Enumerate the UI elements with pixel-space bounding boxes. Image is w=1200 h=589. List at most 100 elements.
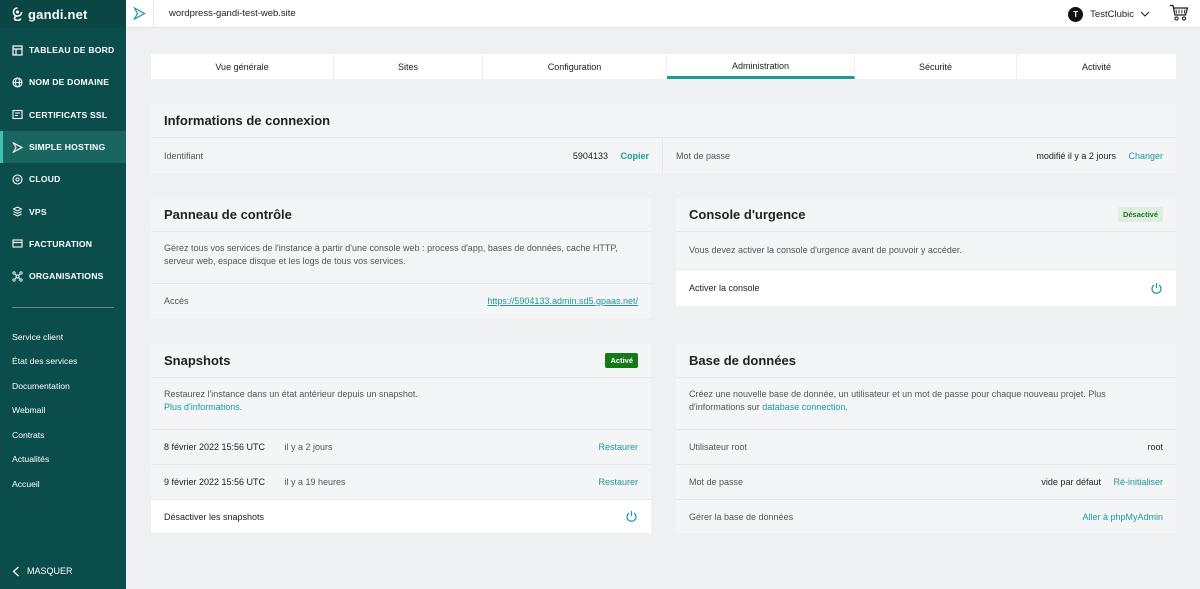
snapshot-date: 8 février 2022 15:56 UTC [164, 442, 266, 452]
sidebar-link-status[interactable]: État des services [0, 349, 126, 374]
sidebar-links: Service client État des services Documen… [0, 324, 126, 496]
sidebar-link-documentation[interactable]: Documentation [0, 373, 126, 398]
sidebar-item-label: CERTIFICATS SSL [29, 109, 108, 120]
reset-password-link[interactable]: Ré-initialiser [1113, 477, 1163, 487]
server-icon [12, 206, 23, 217]
manage-database-label: Gérer la base de données [689, 511, 794, 522]
snapshots-title: Snapshots [164, 353, 231, 368]
hosting-icon [12, 141, 23, 153]
database-description: Créez une nouvelle base de donnée, un ut… [676, 377, 1176, 429]
snapshot-row: 8 février 2022 15:56 UTC il y a 2 jours … [151, 429, 651, 464]
db-password-label: Mot de passe [689, 477, 744, 487]
restore-snapshot-link[interactable]: Restaurer [598, 442, 638, 452]
snapshots-description-text: Restaurez l'instance dans un état antéri… [164, 389, 418, 399]
password-row: Mot de passe modifié il y a 2 jours Chan… [663, 138, 1176, 173]
sidebar-item-label: VPS [29, 206, 47, 217]
sidebar-item-label: CLOUD [29, 174, 61, 185]
sidebar-item-billing[interactable]: FACTURATION [0, 228, 126, 260]
sidebar-link-contracts[interactable]: Contrats [0, 422, 126, 447]
tab-security[interactable]: Sécurité [855, 54, 1017, 79]
change-password-link[interactable]: Changer [1128, 151, 1163, 161]
more-info-link[interactable]: Plus d'informations [164, 402, 240, 412]
brand[interactable]: gandi.net [0, 0, 126, 28]
database-card: Base de données Créez une nouvelle base … [676, 344, 1176, 533]
login-row: Identifiant 5904133 Copier [151, 138, 663, 173]
chevron-left-icon [12, 566, 19, 576]
hide-sidebar-label: MASQUER [27, 566, 73, 576]
password-status: modifié il y a 2 jours [1036, 150, 1116, 161]
sidebar-item-simple-hosting[interactable]: SIMPLE HOSTING [0, 130, 126, 164]
tab-activity[interactable]: Activité [1017, 54, 1176, 79]
database-connection-link[interactable]: database connection [762, 402, 845, 412]
sidebar-item-cloud[interactable]: CLOUD [0, 163, 126, 195]
control-panel-card: Panneau de contrôle Gérez tous vos servi… [151, 198, 651, 318]
snapshots-card: Snapshots Activé Restaurez l'instance da… [151, 344, 651, 533]
sidebar-item-dashboard[interactable]: TABLEAU DE BORD [0, 34, 126, 66]
power-icon[interactable] [625, 510, 638, 523]
control-panel-description: Gérez tous vos services de l'instance à … [151, 231, 651, 283]
organisation-icon [12, 271, 23, 282]
snapshot-row: 9 février 2022 15:56 UTC il y a 19 heure… [151, 464, 651, 499]
root-user-label: Utilisateur root [689, 442, 748, 452]
cart-icon[interactable] [1169, 4, 1189, 22]
power-icon[interactable] [1150, 282, 1163, 295]
login-info-header: Informations de connexion [151, 104, 1176, 137]
user-menu[interactable]: T TestClubic [1068, 0, 1150, 28]
login-info-card: Informations de connexion Identifiant 59… [151, 104, 1176, 173]
snapshots-header: Snapshots Activé [151, 344, 651, 377]
snapshots-description: Restaurez l'instance dans un état antéri… [151, 377, 651, 429]
sidebar-link-home[interactable]: Accueil [0, 471, 126, 496]
sidebar: gandi.net TABLEAU DE BORD NOM DE DOMAINE… [0, 0, 126, 589]
tab-administration[interactable]: Administration [667, 54, 855, 79]
sidebar-item-label: NOM DE DOMAINE [29, 77, 110, 88]
phpmyadmin-link[interactable]: Aller à phpMyAdmin [1082, 512, 1163, 522]
database-title: Base de données [689, 353, 796, 368]
sidebar-item-organisations[interactable]: ORGANISATIONS [0, 260, 126, 292]
sidebar-item-ssl[interactable]: CERTIFICATS SSL [0, 99, 126, 131]
emergency-console-title: Console d'urgence [689, 207, 806, 222]
dashboard-icon [12, 45, 23, 56]
login-label: Identifiant [164, 150, 204, 161]
emergency-console-header: Console d'urgence Désactivé [676, 198, 1176, 231]
card-icon [12, 239, 23, 248]
sidebar-item-label: ORGANISATIONS [29, 271, 104, 282]
root-user-value: root [1147, 442, 1163, 452]
chevron-down-icon [1140, 11, 1150, 17]
copy-button[interactable]: Copier [620, 151, 649, 161]
activate-console-label: Activer la console [689, 283, 760, 293]
cloud-icon [12, 174, 23, 185]
db-password-value: vide par défaut [1041, 477, 1101, 487]
activate-console-row[interactable]: Activer la console [676, 269, 1176, 306]
disable-snapshots-row[interactable]: Désactiver les snapshots [151, 499, 651, 533]
sidebar-divider [12, 307, 114, 309]
sidebar-link-news[interactable]: Actualités [0, 447, 126, 472]
emergency-console-card: Console d'urgence Désactivé Vous devez a… [676, 198, 1176, 306]
sidebar-item-domain[interactable]: NOM DE DOMAINE [0, 66, 126, 98]
sidebar-item-vps[interactable]: VPS [0, 195, 126, 227]
more-info-suffix: . [239, 402, 243, 412]
hide-sidebar-button[interactable]: MASQUER [0, 561, 73, 581]
gandi-logo-icon [12, 7, 23, 21]
database-header: Base de données [676, 344, 1176, 377]
login-info-title: Informations de connexion [164, 113, 331, 128]
tab-sites[interactable]: Sites [334, 54, 483, 79]
sidebar-link-support[interactable]: Service client [0, 324, 126, 349]
snapshot-date: 9 février 2022 15:56 UTC [164, 477, 266, 487]
emergency-console-description: Vous devez activer la console d'urgence … [676, 231, 1176, 269]
admin-url-link[interactable]: https://5904133.admin.sd5.gpaas.net/ [487, 296, 638, 306]
password-label: Mot de passe [676, 150, 731, 161]
control-panel-header: Panneau de contrôle [151, 198, 651, 231]
access-label: Accès [164, 296, 189, 306]
sidebar-nav: TABLEAU DE BORD NOM DE DOMAINE CERTIFICA… [0, 34, 126, 292]
manage-database-row: Gérer la base de données Aller à phpMyAd… [676, 499, 1176, 533]
globe-icon [12, 77, 23, 88]
db-password-row: Mot de passe vide par défaut Ré-initiali… [676, 464, 1176, 499]
status-badge: Activé [605, 353, 638, 368]
tab-configuration[interactable]: Configuration [483, 54, 667, 79]
database-description-text: Créez une nouvelle base de donnée, un ut… [689, 389, 1106, 412]
restore-snapshot-link[interactable]: Restaurer [598, 477, 638, 487]
tab-overview[interactable]: Vue générale [151, 54, 334, 79]
sidebar-link-webmail[interactable]: Webmail [0, 398, 126, 423]
sidebar-item-label: SIMPLE HOSTING [29, 142, 106, 153]
topbar: wordpress-gandi-test-web.site T TestClub… [126, 0, 1200, 28]
